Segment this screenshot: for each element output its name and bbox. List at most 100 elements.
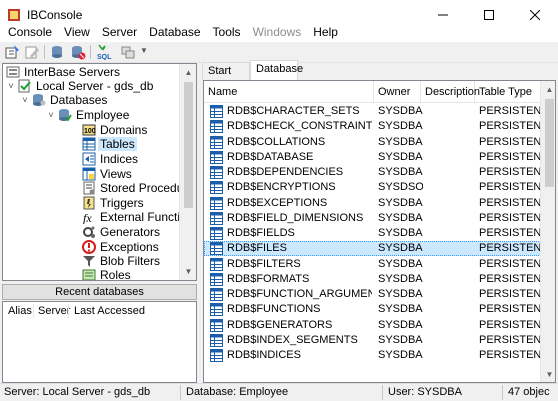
table-row[interactable]: RDB$CHARACTER_SETS SYSDBA PERSISTENT bbox=[204, 104, 541, 119]
scroll-up-icon[interactable]: ▲ bbox=[541, 81, 555, 98]
tree-node-indices[interactable]: Indices bbox=[82, 152, 138, 166]
scroll-up-icon[interactable]: ▲ bbox=[180, 64, 196, 81]
tree-node-databases[interactable]: Databases bbox=[32, 93, 107, 107]
tree-node-tables[interactable]: Tables bbox=[82, 137, 137, 151]
chevron-down-icon[interactable]: ▼ bbox=[140, 46, 148, 55]
databases-icon bbox=[33, 94, 46, 106]
server-tree: InterBase Servers ˅ Local Server - gds_d… bbox=[2, 63, 197, 281]
column-header-alias[interactable]: Alias bbox=[8, 305, 32, 317]
menu-bar: Console View Server Database Tools Windo… bbox=[0, 23, 558, 42]
column-header-name[interactable]: Name bbox=[204, 81, 374, 103]
table-row[interactable]: RDB$FUNCTIONS SYSDBA PERSISTENT bbox=[204, 302, 541, 317]
cell-table-type: PERSISTENT bbox=[479, 196, 541, 209]
database-connect-icon[interactable] bbox=[50, 44, 66, 60]
table-row[interactable]: RDB$FIELD_DIMENSIONS SYSDBA PERSISTENT bbox=[204, 211, 541, 226]
menu-windows[interactable]: Windows bbox=[247, 23, 308, 42]
table-row[interactable]: RDB$INDICES SYSDBA PERSISTENT bbox=[204, 348, 541, 363]
tree-node-employee[interactable]: Employee bbox=[58, 108, 129, 122]
table-row[interactable]: RDB$FORMATS SYSDBA PERSISTENT bbox=[204, 272, 541, 287]
cell-owner: SYSDBA bbox=[378, 318, 423, 331]
table-icon bbox=[210, 349, 223, 362]
svg-text:fx: fx bbox=[83, 211, 92, 224]
windows-icon[interactable] bbox=[120, 44, 136, 60]
table-row[interactable]: RDB$DEPENDENCIES SYSDBA PERSISTENT bbox=[204, 165, 541, 180]
cell-table-type: PERSISTENT bbox=[479, 257, 541, 270]
close-icon bbox=[530, 10, 540, 20]
tree-node-blob-filters[interactable]: Blob Filters bbox=[82, 254, 160, 268]
column-divider[interactable] bbox=[33, 304, 34, 318]
scroll-thumb[interactable] bbox=[184, 82, 193, 208]
maximize-icon bbox=[484, 10, 494, 20]
toolbar-separator bbox=[90, 45, 91, 59]
cell-owner: SYSDBA bbox=[378, 257, 423, 270]
menu-view[interactable]: View bbox=[58, 23, 96, 42]
cell-description bbox=[425, 150, 475, 165]
column-header-description[interactable]: Description bbox=[421, 81, 480, 103]
table-row[interactable]: RDB$FILES SYSDBA PERSISTENT bbox=[204, 241, 541, 257]
cell-description bbox=[425, 180, 475, 195]
cell-name: RDB$INDICES bbox=[227, 349, 301, 361]
menu-server[interactable]: Server bbox=[96, 23, 143, 42]
tree-node-interbase-servers[interactable]: InterBase Servers bbox=[6, 65, 120, 79]
tree-node-domains[interactable]: 100 Domains bbox=[82, 123, 147, 137]
chevron-down-icon[interactable]: ˅ bbox=[20, 95, 30, 105]
edit-icon[interactable] bbox=[24, 44, 40, 60]
cell-table-type: PERSISTENT bbox=[479, 105, 541, 117]
tree-node-views[interactable]: Views bbox=[82, 167, 132, 181]
tree-node-exceptions[interactable]: Exceptions bbox=[82, 240, 159, 254]
tree-node-triggers[interactable]: Triggers bbox=[82, 196, 144, 210]
column-header-table-type[interactable]: Table Type bbox=[475, 81, 541, 103]
pane-splitter[interactable] bbox=[197, 63, 202, 383]
cell-description bbox=[425, 135, 475, 150]
table-row[interactable]: RDB$FUNCTION_ARGUMENTS SYSDBA PERSISTENT bbox=[204, 287, 541, 302]
status-server: Server: Local Server - gds_db bbox=[4, 386, 151, 398]
table-icon bbox=[210, 196, 223, 210]
scroll-thumb[interactable] bbox=[545, 99, 554, 187]
chevron-down-icon[interactable]: ˅ bbox=[6, 81, 16, 91]
cell-description bbox=[425, 318, 475, 333]
table-row[interactable]: RDB$COLLATIONS SYSDBA PERSISTENT bbox=[204, 135, 541, 150]
tree-node-generators[interactable]: Generators bbox=[82, 225, 160, 239]
cell-description bbox=[425, 333, 475, 348]
cell-table-type: PERSISTENT bbox=[479, 227, 541, 239]
scroll-down-icon[interactable]: ▼ bbox=[180, 263, 196, 280]
table-row[interactable]: RDB$GENERATORS SYSDBA PERSISTENT bbox=[204, 318, 541, 333]
chevron-down-icon[interactable]: ˅ bbox=[46, 110, 56, 120]
column-header-last-accessed[interactable]: Last Accessed bbox=[74, 305, 145, 317]
table-row[interactable]: RDB$FIELDS SYSDBA PERSISTENT bbox=[204, 226, 541, 241]
table-row[interactable]: RDB$FILTERS SYSDBA PERSISTENT bbox=[204, 257, 541, 272]
tables-grid: Name Owner Description Table Type RDB$CH… bbox=[203, 80, 556, 383]
database-disconnect-icon[interactable] bbox=[70, 44, 86, 60]
table-row[interactable]: RDB$INDEX_SEGMENTS SYSDBA PERSISTENT bbox=[204, 333, 541, 348]
tree-node-local-server[interactable]: Local Server - gds_db bbox=[18, 79, 153, 93]
sql-icon[interactable]: SQL bbox=[96, 44, 114, 60]
recent-databases-button[interactable]: Recent databases bbox=[2, 284, 197, 300]
tab-database[interactable]: Database bbox=[250, 60, 303, 80]
table-row[interactable]: RDB$EXCEPTIONS SYSDBA PERSISTENT bbox=[204, 196, 541, 211]
servers-icon bbox=[6, 66, 20, 78]
cell-description bbox=[425, 348, 475, 363]
menu-console[interactable]: Console bbox=[2, 23, 58, 42]
menu-database[interactable]: Database bbox=[143, 23, 206, 42]
table-row[interactable]: RDB$CHECK_CONSTRAINTS SYSDBA PERSISTENT bbox=[204, 119, 541, 134]
column-header-server[interactable]: Server bbox=[38, 305, 70, 317]
cell-owner: SYSDBA bbox=[378, 242, 423, 255]
menu-help[interactable]: Help bbox=[307, 23, 344, 42]
column-header-owner[interactable]: Owner bbox=[374, 81, 421, 103]
tree-label: Generators bbox=[100, 225, 161, 239]
register-server-icon[interactable] bbox=[4, 44, 20, 60]
table-row[interactable]: RDB$DATABASE SYSDBA PERSISTENT bbox=[204, 150, 541, 165]
tree-label: Triggers bbox=[100, 196, 144, 210]
tree-node-roles[interactable]: Roles bbox=[82, 268, 131, 280]
tab-start-here[interactable]: Start Here bbox=[202, 62, 250, 94]
table-row[interactable]: RDB$ENCRYPTIONS SYSDSO PERSISTENT bbox=[204, 180, 541, 195]
column-divider[interactable] bbox=[68, 304, 69, 318]
menu-tools[interactable]: Tools bbox=[207, 23, 247, 42]
ibconsole-window: IBConsole Console View Server Database T… bbox=[0, 0, 558, 400]
grid-scrollbar[interactable]: ▲ ▼ bbox=[540, 81, 555, 382]
tree-scrollbar[interactable]: ▲ ▼ bbox=[179, 64, 196, 280]
cell-owner: SYSDBA bbox=[378, 349, 423, 361]
cell-table-type: PERSISTENT bbox=[479, 288, 541, 300]
cell-owner: SYSDSO bbox=[378, 181, 423, 194]
scroll-down-icon[interactable]: ▼ bbox=[541, 366, 555, 382]
